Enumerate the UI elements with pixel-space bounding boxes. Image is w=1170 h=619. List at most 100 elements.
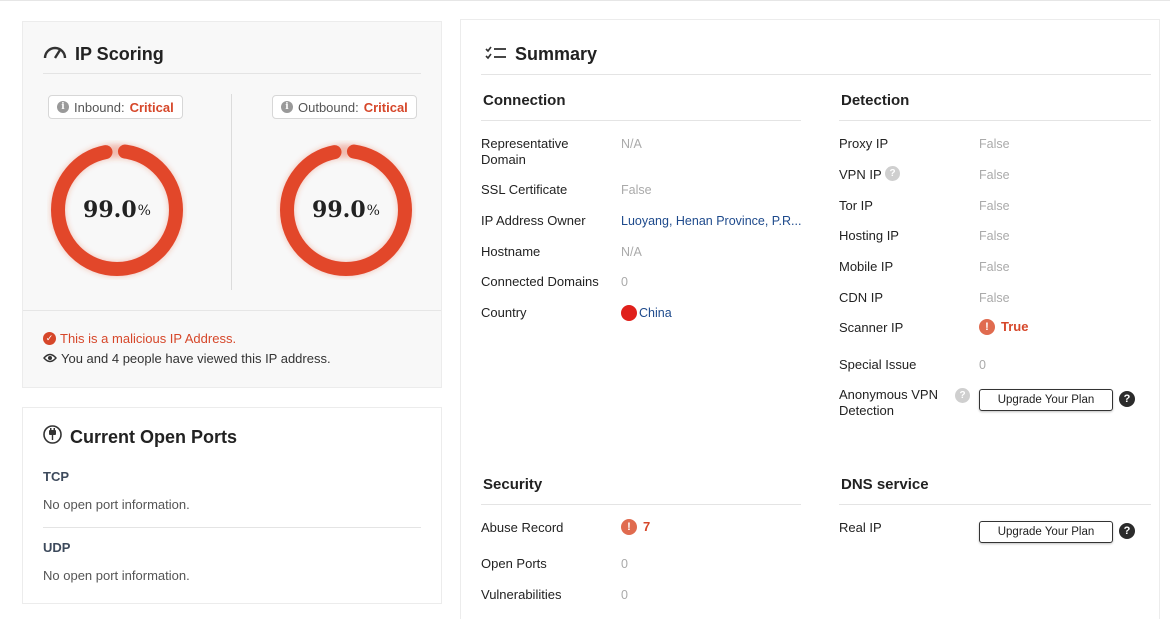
ip-scoring-header: IP Scoring (43, 44, 164, 65)
malicious-note: ✓ This is a malicious IP Address. (43, 331, 236, 346)
gauge-divider (231, 94, 232, 290)
outbound-gauge: 99.0% (276, 140, 416, 280)
help-icon[interactable]: ? (1119, 391, 1135, 407)
country-value-text: China (639, 306, 672, 320)
outbound-score-value: 99.0 (312, 197, 366, 223)
proxy-ip-value: False (979, 137, 1010, 151)
cdn-ip-label: CDN IP (839, 290, 884, 305)
top-divider (0, 0, 1170, 1)
hostname-value: N/A (621, 245, 642, 259)
alert-icon: ! (979, 319, 995, 335)
summary-card: Summary Connection Representative Domain… (460, 19, 1160, 619)
abuse-record-value-text: 7 (643, 519, 651, 534)
dns-divider (839, 504, 1151, 505)
scanner-ip-value-text: True (1001, 319, 1029, 334)
connection-divider (481, 120, 801, 121)
outbound-badge: i Outbound: Critical (272, 95, 417, 119)
outbound-status: Critical (363, 99, 408, 115)
ports-divider (43, 527, 421, 528)
anonymous-vpn-label: Anonymous VPN Detection (839, 387, 938, 418)
connection-title: Connection (483, 92, 566, 109)
abuse-record-label: Abuse Record (481, 520, 564, 535)
detection-divider (839, 120, 1151, 121)
checklist-icon (485, 44, 507, 65)
viewers-note-text: You and 4 people have viewed this IP add… (61, 351, 331, 366)
open-ports-title: Current Open Ports (70, 426, 238, 447)
upgrade-plan-button[interactable]: Upgrade Your Plan (979, 521, 1113, 543)
ip-owner-label: IP Address Owner (481, 213, 586, 228)
ip-owner-value[interactable]: Luoyang, Henan Province, P.R... (621, 213, 801, 229)
eye-icon (43, 351, 57, 366)
hosting-ip-label: Hosting IP (839, 228, 899, 243)
ip-scoring-title: IP Scoring (75, 44, 164, 64)
tor-ip-value: False (979, 199, 1010, 213)
special-issue-value: 0 (979, 358, 986, 372)
connected-domains-label: Connected Domains (481, 274, 599, 289)
hosting-ip-value: False (979, 229, 1010, 243)
udp-text: No open port information. (43, 568, 190, 583)
help-icon[interactable]: ? (1119, 523, 1135, 539)
abuse-record-value[interactable]: ! 7 (621, 519, 650, 535)
scanner-ip-value: ! True (979, 319, 1028, 335)
dns-service-title: DNS service (841, 476, 929, 493)
mobile-ip-label: Mobile IP (839, 259, 894, 274)
outbound-label: Outbound: (298, 99, 359, 115)
representative-domain-value: N/A (621, 137, 642, 151)
ip-scoring-card: IP Scoring i Inbound: Critical i Outboun… (22, 21, 442, 388)
ip-scoring-divider (43, 73, 421, 74)
summary-header: Summary (485, 44, 597, 65)
help-icon[interactable]: ? (955, 388, 970, 403)
inbound-score-unit: % (137, 203, 151, 219)
check-circle-icon: ✓ (43, 332, 56, 345)
tor-ip-label: Tor IP (839, 198, 873, 213)
ssl-certificate-label: SSL Certificate (481, 182, 568, 197)
proxy-ip-label: Proxy IP (839, 136, 889, 151)
detection-title: Detection (841, 92, 910, 109)
notes-divider (23, 310, 441, 311)
open-ports-label: Open Ports (481, 556, 547, 571)
help-icon[interactable]: ? (885, 166, 900, 181)
info-icon: i (57, 101, 69, 113)
summary-title: Summary (515, 44, 598, 64)
security-divider (481, 504, 801, 505)
tcp-text: No open port information. (43, 497, 190, 512)
plug-icon (43, 425, 62, 449)
security-title: Security (483, 476, 543, 493)
scanner-ip-label: Scanner IP (839, 320, 904, 335)
udp-label: UDP (43, 540, 71, 555)
hostname-label: Hostname (481, 244, 541, 259)
special-issue-label: Special Issue (839, 357, 917, 372)
connected-domains-value: 0 (621, 275, 628, 289)
representative-domain-label: Representative Domain (481, 136, 569, 167)
real-ip-label: Real IP (839, 520, 882, 535)
inbound-score-value: 99.0 (83, 197, 137, 223)
alert-icon: ! (621, 519, 637, 535)
open-ports-value: 0 (621, 557, 628, 571)
mobile-ip-value: False (979, 260, 1010, 274)
open-ports-header: Current Open Ports (43, 425, 237, 449)
inbound-badge: i Inbound: Critical (48, 95, 183, 119)
viewers-note: You and 4 people have viewed this IP add… (43, 351, 331, 366)
china-flag-icon (621, 305, 637, 321)
open-ports-card: Current Open Ports TCP No open port info… (22, 407, 442, 604)
vulnerabilities-value: 0 (621, 588, 628, 602)
inbound-gauge: 99.0% (47, 140, 187, 280)
vpn-ip-label: VPN IP (839, 167, 882, 182)
vpn-ip-value: False (979, 168, 1010, 182)
country-label: Country (481, 305, 527, 320)
vulnerabilities-label: Vulnerabilities (481, 587, 562, 602)
inbound-status: Critical (129, 99, 174, 115)
tcp-label: TCP (43, 469, 69, 484)
cdn-ip-value: False (979, 291, 1010, 305)
info-icon: i (281, 101, 293, 113)
speedometer-icon (43, 44, 67, 65)
inbound-label: Inbound: (74, 99, 125, 115)
outbound-score-unit: % (366, 203, 380, 219)
malicious-note-text: This is a malicious IP Address. (60, 331, 237, 346)
country-value[interactable]: China (621, 305, 672, 321)
inbound-score: 99.0% (47, 140, 187, 280)
ssl-certificate-value: False (621, 183, 652, 197)
upgrade-plan-button[interactable]: Upgrade Your Plan (979, 389, 1113, 411)
outbound-score: 99.0% (276, 140, 416, 280)
summary-divider (481, 74, 1151, 75)
